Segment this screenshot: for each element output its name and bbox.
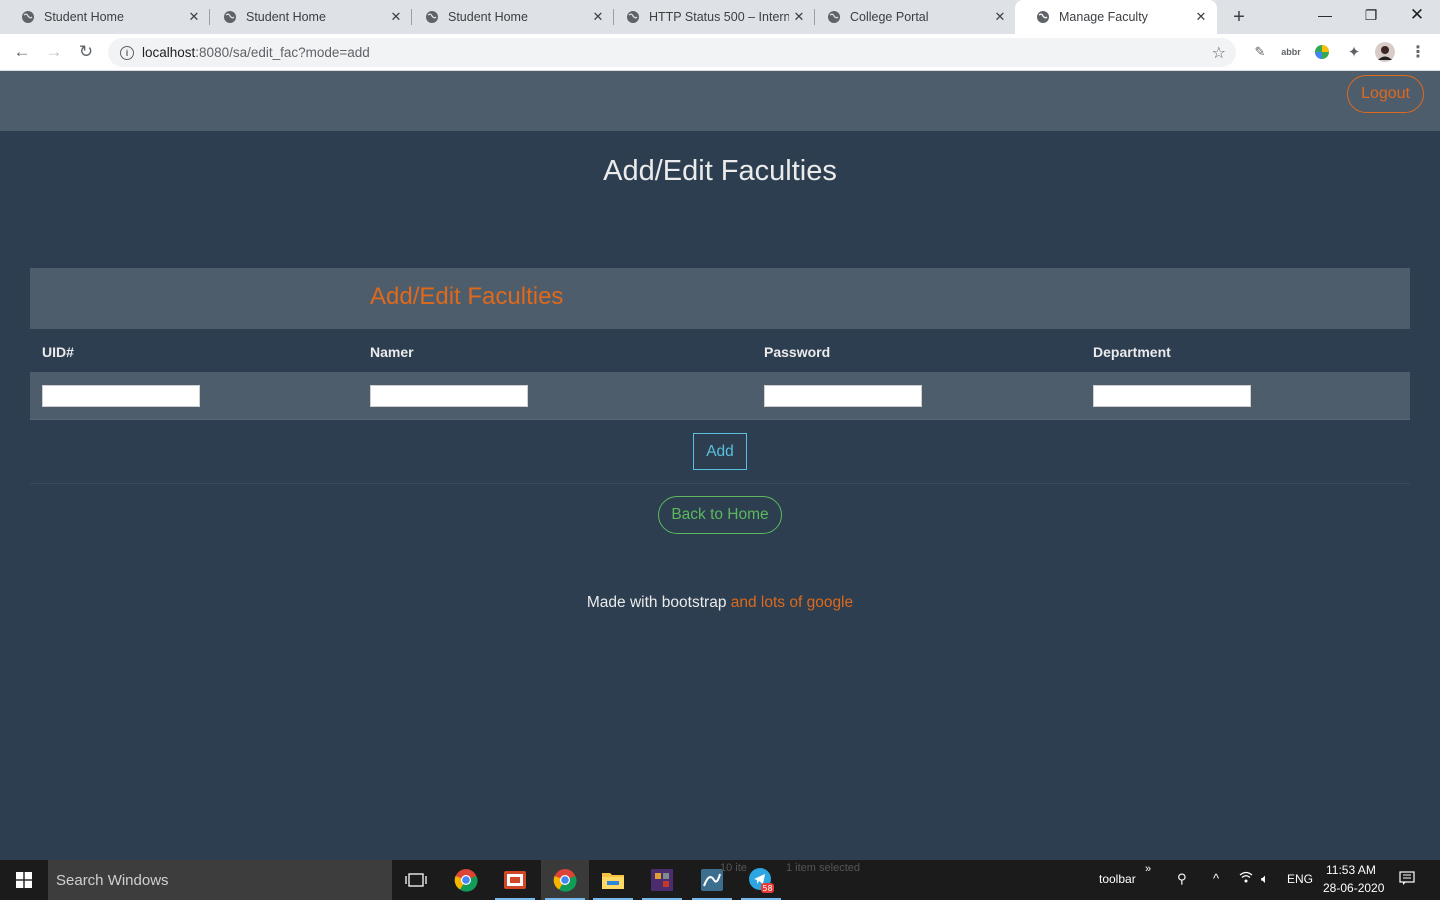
tab-title: HTTP Status 500 – Interna [649,10,789,24]
profile-avatar[interactable] [1375,42,1395,62]
column-header-department: Department [1093,344,1171,360]
file-explorer-icon[interactable] [589,860,637,900]
globe-icon [1035,9,1051,25]
explorer-status-ghost: 10 ite 1 item selected [706,862,1406,880]
browser-tab[interactable]: Student Home ✕ [202,0,412,34]
game-app-icon[interactable] [638,860,686,900]
color-globe-extension-icon[interactable] [1312,42,1332,62]
globe-icon [424,9,440,25]
logout-button[interactable]: Logout [1347,75,1424,113]
task-view-icon[interactable] [392,860,440,900]
add-button[interactable]: Add [693,433,747,470]
close-tab-icon[interactable]: ✕ [388,9,404,25]
close-tab-icon[interactable]: ✕ [1193,9,1209,25]
chrome-icon[interactable] [442,860,490,900]
footer-text: Made with bootstrap [586,594,727,611]
tab-title: Manage Faculty [1059,10,1148,24]
site-info-icon[interactable]: i [120,45,134,60]
ghost-items-text: 10 ite [720,862,747,874]
telegram-badge: 58 [762,884,772,893]
browser-tab[interactable]: HTTP Status 500 – Interna ✕ [605,0,815,34]
tab-title: Student Home [44,10,124,24]
department-input[interactable] [1093,385,1251,407]
abbr-extension-icon[interactable]: abbr [1281,42,1301,62]
footer: Made with bootstrap and lots of google [0,594,1440,612]
puzzle-extensions-icon[interactable]: ✦ [1344,42,1364,62]
close-tab-icon[interactable]: ✕ [590,9,606,25]
table-header-row: UID# Namer Password Department [30,329,1410,372]
taskbar-search-box[interactable]: Search Windows [48,860,392,900]
globe-icon [20,9,36,25]
panel-title: Add/Edit Faculties [370,283,564,310]
globe-icon [625,9,641,25]
globe-icon [826,9,842,25]
top-navbar: Logout [0,71,1440,131]
tab-title: Student Home [448,10,528,24]
close-window-icon[interactable]: ✕ [1394,0,1440,30]
bookmark-star-icon[interactable]: ☆ [1212,43,1226,63]
clock-date[interactable]: 28-06-2020 [1323,881,1384,895]
password-input[interactable] [764,385,922,407]
close-tab-icon[interactable]: ✕ [186,9,202,25]
close-tab-icon[interactable]: ✕ [992,9,1008,25]
browser-tab-active[interactable]: Manage Faculty ✕ [1015,0,1217,34]
globe-icon [222,9,238,25]
close-tab-icon[interactable]: ✕ [791,9,807,25]
windows-start-icon[interactable] [0,860,48,900]
presentation-app-icon[interactable] [491,860,539,900]
back-to-home-button[interactable]: Back to Home [658,496,782,534]
restore-icon[interactable]: ❐ [1348,0,1394,30]
url-host: localhost [142,45,196,60]
tab-title: Student Home [246,10,326,24]
forward-arrow-icon[interactable]: → [42,40,66,64]
kebab-menu-icon[interactable]: ⋮ [1408,42,1428,62]
divider [30,483,1410,484]
minimize-icon[interactable]: — [1302,0,1348,30]
uid-input[interactable] [42,385,200,407]
url-path: :8080/sa/edit_fac?mode=add [195,45,370,60]
browser-tab[interactable]: College Portal ✕ [806,0,1016,34]
url-bar[interactable]: i localhost:8080/sa/edit_fac?mode=add ☆ [108,38,1236,67]
tab-title: College Portal [850,10,929,24]
pen-extension-icon[interactable]: ✎ [1250,42,1270,62]
table-caption: Add/Edit Faculties [30,268,1410,329]
column-header-name: Namer [370,344,414,360]
chrome-active-icon[interactable] [541,860,589,900]
column-header-password: Password [764,344,831,360]
browser-tab-strip: Student Home ✕ Student Home ✕ Student Ho… [0,0,1440,34]
url-text: localhost:8080/sa/edit_fac?mode=add [142,45,370,60]
new-tab-button[interactable]: + [1228,6,1250,28]
browser-tab[interactable]: Student Home ✕ [0,0,210,34]
ghost-selected-text: 1 item selected [786,862,860,874]
name-input[interactable] [370,385,528,407]
browser-toolbar: ← → ↻ i localhost:8080/sa/edit_fac?mode=… [0,34,1440,71]
back-arrow-icon[interactable]: ← [10,40,34,64]
reload-icon[interactable]: ↻ [74,40,98,64]
page-title: Add/Edit Faculties [603,155,837,187]
footer-link[interactable]: and lots of google [731,594,853,611]
table-row [30,372,1410,420]
browser-tab[interactable]: Student Home ✕ [404,0,614,34]
column-header-uid: UID# [42,344,74,360]
